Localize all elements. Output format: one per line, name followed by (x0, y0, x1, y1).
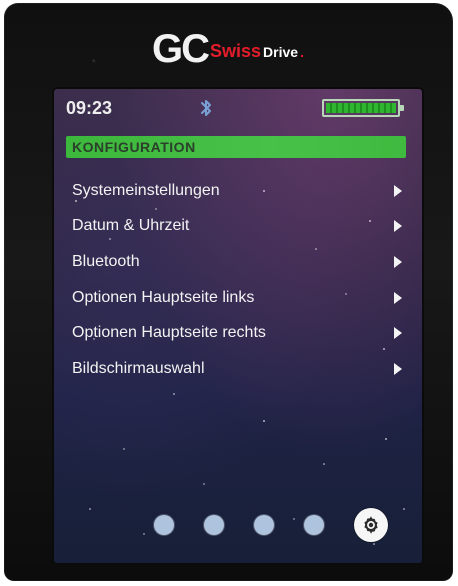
brand-gc: GC (152, 27, 210, 71)
settings-page-button[interactable] (354, 508, 388, 542)
menu-item-optionen-hauptseite-links[interactable]: Optionen Hauptseite links (54, 280, 422, 316)
chevron-right-icon (394, 362, 402, 375)
battery-icon (322, 99, 404, 117)
menu-item-label: Bildschirmauswahl (72, 359, 205, 377)
menu-item-label: Datum & Uhrzeit (72, 217, 190, 235)
status-time: 09:23 (66, 98, 113, 118)
menu-item-label: Optionen Hauptseite links (72, 288, 255, 306)
chevron-right-icon (394, 220, 402, 233)
menu-item-label: Systemeinstellungen (72, 181, 220, 199)
menu-item-label: Bluetooth (72, 252, 140, 270)
menu-item-datum-uhrzeit[interactable]: Datum & Uhrzeit (54, 209, 422, 245)
page-dot[interactable] (254, 515, 274, 535)
page-dot[interactable] (304, 515, 324, 535)
menu-item-systemeinstellungen[interactable]: Systemeinstellungen (54, 173, 422, 209)
menu-item-optionen-hauptseite-rechts[interactable]: Optionen Hauptseite rechts (54, 315, 422, 351)
chevron-right-icon (394, 255, 402, 268)
status-bar: 09:23 (54, 89, 422, 129)
page-dot[interactable] (204, 515, 224, 535)
brand-logo: GC Swiss Drive . (152, 25, 304, 69)
device-frame: GC Swiss Drive . 09:23 KONFIGURATION Sys… (4, 3, 453, 581)
device-screen: 09:23 KONFIGURATION Systemeinstellungen … (54, 89, 422, 563)
gear-icon (364, 516, 378, 534)
chevron-right-icon (394, 291, 402, 304)
title-bar: KONFIGURATION (66, 136, 406, 158)
menu-item-bildschirmauswahl[interactable]: Bildschirmauswahl (54, 351, 422, 387)
brand-dot: . (300, 44, 304, 60)
menu-item-label: Optionen Hauptseite rechts (72, 324, 266, 342)
battery-level-fill (326, 103, 396, 113)
brand-swiss: Swiss (210, 41, 262, 61)
brand-drive: Drive (263, 44, 299, 60)
menu-item-bluetooth[interactable]: Bluetooth (54, 244, 422, 280)
screen-title: KONFIGURATION (72, 139, 196, 155)
bluetooth-icon (201, 100, 211, 116)
chevron-right-icon (394, 184, 402, 197)
page-indicator (54, 505, 422, 545)
page-dot[interactable] (154, 515, 174, 535)
configuration-menu: Systemeinstellungen Datum & Uhrzeit Blue… (54, 173, 422, 387)
chevron-right-icon (394, 327, 402, 340)
